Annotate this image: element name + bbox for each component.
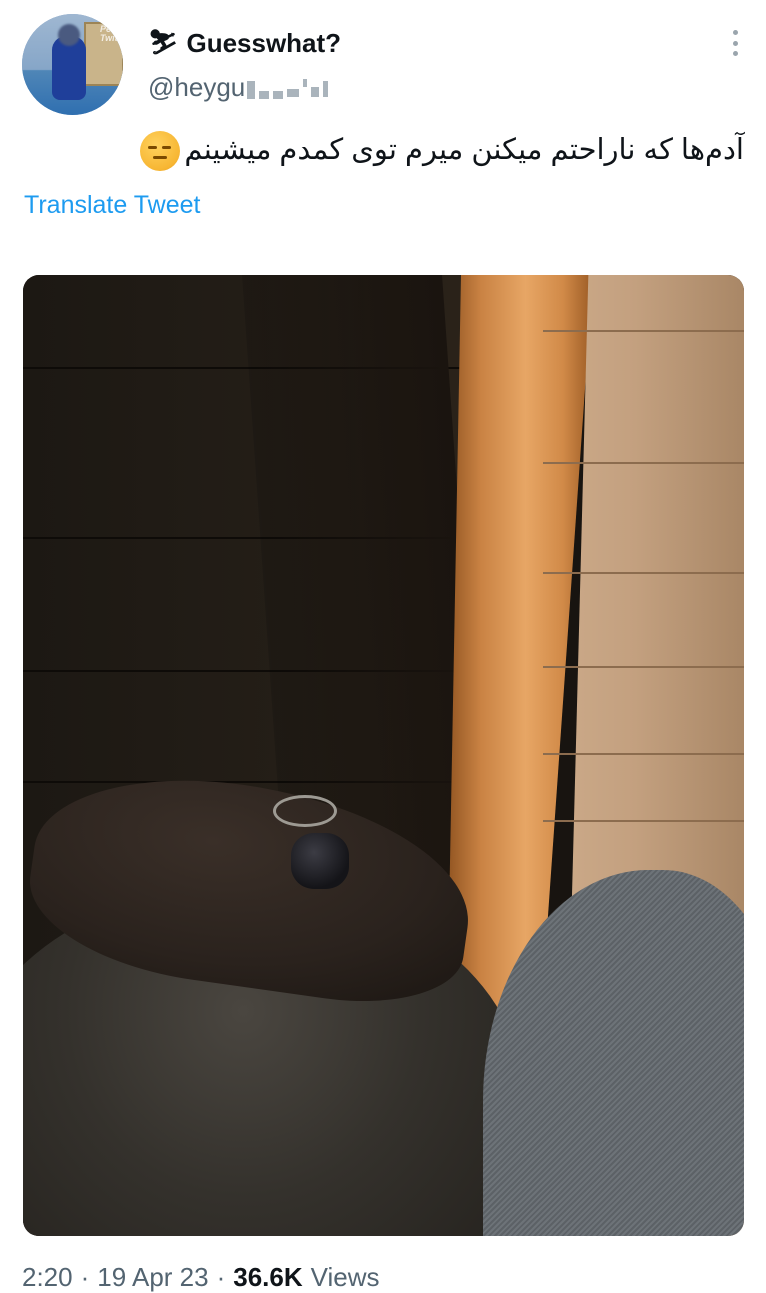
avatar-head-shape: [58, 24, 80, 46]
handle-censor-blocks: [247, 75, 329, 99]
author-handle[interactable]: @heygu: [148, 72, 245, 102]
tweet-media-image[interactable]: [23, 275, 744, 1236]
tweet-time[interactable]: 2:20: [22, 1262, 73, 1293]
more-options-icon[interactable]: [732, 30, 738, 56]
media-shadow-corner: [242, 275, 484, 875]
tweet-text: آدم‌ها که ناراحتم میکنن میرم توی کمدم می…: [44, 128, 744, 172]
views-count: 36.6K: [233, 1262, 303, 1292]
more-dot: [732, 40, 738, 46]
tweet-text-content: آدم‌ها که ناراحتم میکنن میرم توی کمدم می…: [184, 134, 744, 166]
meta-separator: ·: [216, 1262, 226, 1292]
tweet-date[interactable]: 19 Apr 23: [97, 1262, 208, 1293]
author-name-row[interactable]: ⛷ Guesswhat?: [148, 28, 341, 58]
media-painted-nail: [291, 833, 349, 889]
author-display-name[interactable]: Guesswhat?: [186, 28, 341, 58]
avatar-watermark: Official Persian Twitter: [100, 15, 123, 43]
meta-separator: ·: [80, 1262, 90, 1292]
pensive-face-icon: [140, 131, 181, 172]
author-handle-row[interactable]: @heygu: [148, 72, 329, 102]
tweet-meta-row: 2:20 · 19 Apr 23 · 36.6K Views: [22, 1262, 380, 1293]
media-ring: [273, 795, 337, 827]
more-dot: [732, 51, 738, 56]
author-avatar[interactable]: Official Persian Twitter: [22, 14, 123, 115]
views-label: Views: [310, 1262, 380, 1292]
translate-tweet-link[interactable]: Translate Tweet: [24, 191, 200, 220]
more-dot: [732, 30, 738, 35]
skier-icon: ⛷: [148, 29, 179, 56]
